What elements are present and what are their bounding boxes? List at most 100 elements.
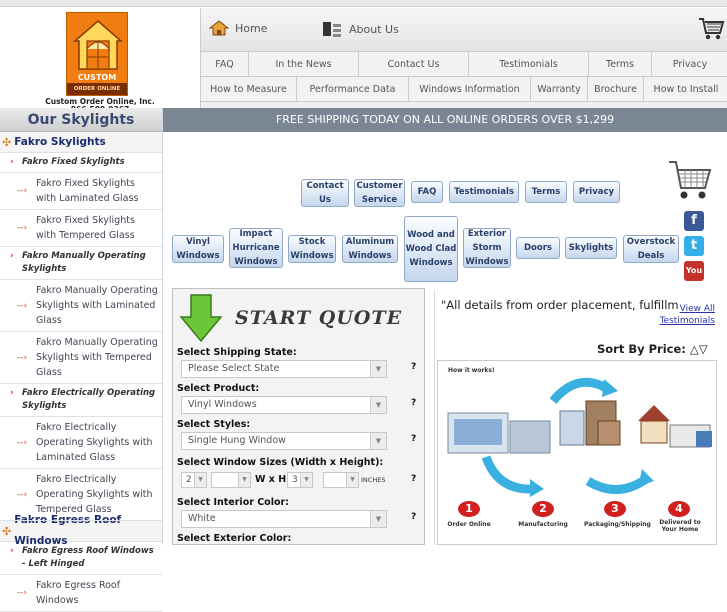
logo-area[interactable]: CUSTOM ORDER ONLINE Custom Order Online,… <box>0 8 200 114</box>
start-quote-title: START QUOTE <box>235 307 403 329</box>
inches-label: INCHES <box>361 476 386 484</box>
process-illustration <box>447 377 712 497</box>
sidebar-sub-label: Fakro Fixed Skylights <box>22 157 125 167</box>
dropdown-arrow-icon: ▼ <box>238 473 250 487</box>
sidebar-leaf-label: Fakro Fixed Skylights with Tempered Glas… <box>36 215 135 241</box>
width-inches-select[interactable]: ▼ <box>211 472 251 488</box>
btn-testimonials[interactable]: Testimonials <box>449 181 519 203</box>
interior-color-select[interactable]: White ▼ <box>181 510 387 528</box>
facebook-icon[interactable]: f <box>684 211 704 231</box>
sidebar-sub-label: Fakro Electrically Operating Skylights <box>22 388 156 411</box>
help-icon[interactable]: ? <box>411 434 416 444</box>
width-feet-select[interactable]: 2 ▼ <box>181 472 207 488</box>
sidebar-leaf-label: Fakro Manually Operating Skylights with … <box>36 285 158 326</box>
btn-faq[interactable]: FAQ <box>411 181 443 203</box>
nav-windows-info[interactable]: Windows Information <box>409 77 531 101</box>
nav-primary: Home About Us <box>201 8 727 52</box>
cart-nav-icon[interactable] <box>697 16 725 42</box>
sidebar-leaf-electric-laminated[interactable]: --› Fakro Electrically Operating Skylight… <box>0 417 162 469</box>
view-all-testimonials-link[interactable]: View All Testimonials <box>659 303 715 327</box>
about-icon <box>323 22 341 37</box>
sidebar-cat-fakro-skylights[interactable]: ✣ Fakro Skylights <box>0 132 162 153</box>
nav-about-label: About Us <box>349 22 399 36</box>
shipping-state-select[interactable]: Please Select State ▼ <box>181 360 387 378</box>
sidebar-cat-egress[interactable]: ✣ Fakro Egress Roof Windows <box>0 514 162 547</box>
sidebar-sub-egress-left[interactable]: › Fakro Egress Roof Windows - Left Hinged <box>0 542 162 575</box>
nav-how-to-measure[interactable]: How to Measure <box>201 77 297 101</box>
btn-skylights[interactable]: Skylights <box>565 237 617 259</box>
sidebar-sub-fixed[interactable]: › Fakro Fixed Skylights <box>0 153 162 173</box>
cross-bullet-icon: ✣ <box>2 135 12 149</box>
btn-wood-windows[interactable]: Wood and Wood Clad Windows <box>404 216 458 282</box>
sidebar-leaf-fixed-laminated[interactable]: --› Fakro Fixed Skylights with Laminated … <box>0 173 162 210</box>
arrow-icon: --› <box>17 489 28 500</box>
btn-terms[interactable]: Terms <box>525 181 567 203</box>
product-select[interactable]: Vinyl Windows ▼ <box>181 396 387 414</box>
logo-text-custom: CUSTOM <box>77 73 117 82</box>
start-quote-header[interactable]: START QUOTE <box>177 293 421 345</box>
nav-home[interactable]: Home <box>209 20 267 36</box>
twitter-icon[interactable]: t <box>684 236 704 256</box>
dropdown-arrow-icon: ▼ <box>370 361 386 377</box>
height-inches-select[interactable]: ▼ <box>323 472 359 488</box>
height-feet-select[interactable]: 3 ▼ <box>287 472 313 488</box>
how-it-works-graphic: How it works! 1 2 3 4 Order Online Manuf… <box>437 360 717 545</box>
btn-storm-windows[interactable]: Exterior Storm Windows <box>463 228 511 268</box>
nav-privacy[interactable]: Privacy <box>652 52 727 76</box>
shopping-cart-icon[interactable] <box>667 158 713 202</box>
sidebar-sub-manual[interactable]: › Fakro Manually Operating Skylights <box>0 247 162 280</box>
sort-up-icon[interactable]: △ <box>690 342 699 356</box>
product-label: Select Product: <box>177 383 260 394</box>
nav-about[interactable]: About Us <box>321 20 399 38</box>
nav-brochure[interactable]: Brochure <box>588 77 644 101</box>
arrow-icon: --› <box>17 186 28 196</box>
nav-how-to-install[interactable]: How to Install <box>644 77 727 101</box>
wxh-label: W x H <box>255 474 287 485</box>
btn-aluminum-windows[interactable]: Aluminum Windows <box>342 235 398 263</box>
btn-vinyl-windows[interactable]: Vinyl Windows <box>172 235 224 263</box>
dropdown-arrow-icon: ▼ <box>370 433 386 449</box>
nav-testimonials[interactable]: Testimonials <box>469 52 589 76</box>
step-3-number: 3 <box>604 501 626 517</box>
btn-doors[interactable]: Doors <box>516 237 560 259</box>
help-icon[interactable]: ? <box>411 512 416 522</box>
sidebar-leaf-egress[interactable]: --› Fakro Egress Roof Windows <box>0 575 162 612</box>
style-select[interactable]: Single Hung Window ▼ <box>181 432 387 450</box>
btn-overstock[interactable]: Overstock Deals <box>623 235 679 263</box>
sidebar-sub-electric[interactable]: › Fakro Electrically Operating Skylights <box>0 384 162 417</box>
step-1-label: Order Online <box>447 521 491 528</box>
youtube-icon[interactable]: You <box>684 261 704 281</box>
nav-performance[interactable]: Performance Data <box>297 77 409 101</box>
interior-color-label: Select Interior Color: <box>177 497 289 508</box>
sidebar-leaf-fixed-tempered[interactable]: --› Fakro Fixed Skylights with Tempered G… <box>0 210 162 247</box>
sort-down-icon[interactable]: ▽ <box>699 342 708 356</box>
dropdown-arrow-icon: ▼ <box>370 397 386 413</box>
bullet-icon: › <box>10 157 14 167</box>
sidebar-leaf-label: Fakro Electrically Operating Skylights w… <box>36 422 153 463</box>
nav-faq[interactable]: FAQ <box>201 52 249 76</box>
bullet-icon: › <box>10 546 14 556</box>
sidebar-leaf-electric-tempered[interactable]: --› Fakro Electrically Operating Skylight… <box>0 469 162 521</box>
window-size-label: Select Window Sizes (Width x Height): <box>177 457 384 468</box>
btn-stock-windows[interactable]: Stock Windows <box>288 235 336 263</box>
btn-customer-service[interactable]: Customer Service <box>354 179 405 207</box>
nav-terms[interactable]: Terms <box>589 52 652 76</box>
help-icon[interactable]: ? <box>411 398 416 408</box>
step-4-number: 4 <box>668 501 690 517</box>
nav-warranty[interactable]: Warranty <box>531 77 588 101</box>
select-value: 3 <box>292 475 298 485</box>
btn-privacy[interactable]: Privacy <box>573 181 620 203</box>
shipping-state-label: Select Shipping State: <box>177 347 297 358</box>
nav-contact[interactable]: Contact Us <box>359 52 469 76</box>
btn-contact-us[interactable]: Contact Us <box>301 179 349 207</box>
quote-form: START QUOTE Select Shipping State: Pleas… <box>172 288 425 545</box>
help-icon[interactable]: ? <box>411 474 416 484</box>
step-4-label: Delivered to Your Home <box>659 519 701 533</box>
down-arrow-icon <box>179 294 223 343</box>
nav-news[interactable]: In the News <box>249 52 359 76</box>
help-icon[interactable]: ? <box>411 362 416 372</box>
sidebar-leaf-manual-laminated[interactable]: --› Fakro Manually Operating Skylights wi… <box>0 280 162 332</box>
btn-impact-windows[interactable]: Impact Hurricane Windows <box>229 228 283 268</box>
sidebar-cat-label: Fakro Skylights <box>14 135 106 148</box>
sidebar-leaf-manual-tempered[interactable]: --› Fakro Manually Operating Skylights wi… <box>0 332 162 384</box>
